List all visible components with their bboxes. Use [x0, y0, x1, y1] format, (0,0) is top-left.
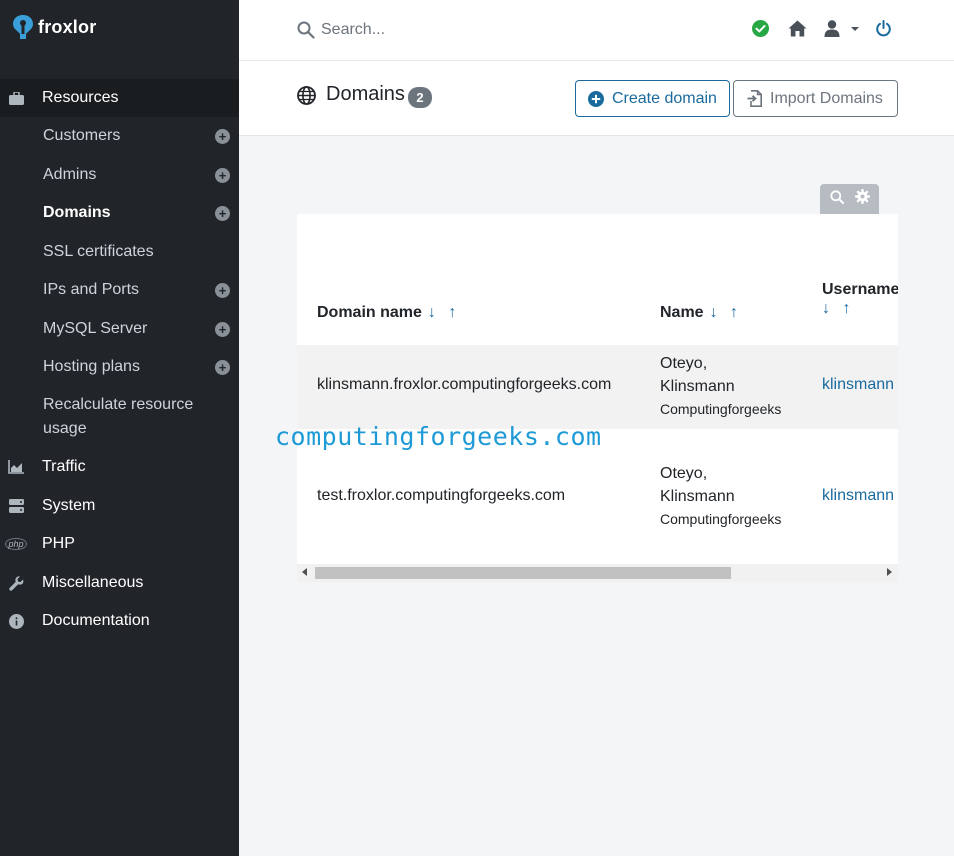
- table-search-icon[interactable]: [829, 189, 844, 209]
- import-domains-label: Import Domains: [770, 89, 883, 107]
- chart-area-icon: [8, 459, 24, 475]
- status-ok-icon[interactable]: [752, 20, 769, 42]
- username-link[interactable]: klinsmann: [822, 487, 894, 505]
- sidebar-section-label: System: [42, 497, 96, 514]
- sidebar-section-label: Resources: [42, 89, 119, 106]
- sidebar-item-hosting-plans[interactable]: Hosting plans +: [0, 355, 239, 381]
- add-customer-icon[interactable]: +: [215, 129, 230, 144]
- sidebar-item-mysql-server[interactable]: MySQL Server +: [0, 317, 239, 343]
- customer-firstname: Klinsmann: [660, 378, 735, 395]
- top-bar: [239, 0, 954, 61]
- sidebar: froxlor Resources Customers + Admins + D…: [0, 0, 239, 856]
- sidebar-item-label: IPs and Ports: [43, 281, 140, 298]
- customer-lastname: Oteyo,: [660, 465, 708, 482]
- customer-firstname: Klinsmann: [660, 488, 735, 505]
- sidebar-section-label: Traffic: [42, 458, 86, 475]
- sidebar-item-ips-and-ports[interactable]: IPs and Ports +: [0, 278, 239, 304]
- sidebar-item-label: SSL certificates: [43, 243, 154, 260]
- brand-name: froxlor: [38, 16, 97, 37]
- customer-name-cell: Oteyo, Klinsmann Computingforgeeks: [660, 352, 781, 421]
- add-mysql-icon[interactable]: +: [215, 322, 230, 337]
- sidebar-item-recalculate[interactable]: Recalculate resource usage: [0, 393, 239, 443]
- sidebar-item-label: MySQL Server: [43, 320, 148, 337]
- add-hosting-plan-icon[interactable]: +: [215, 360, 230, 375]
- sidebar-section-traffic[interactable]: Traffic: [0, 448, 239, 486]
- sort-arrows-icon[interactable]: ↓ ↑: [428, 304, 460, 321]
- column-header-name[interactable]: Name ↓ ↑: [660, 304, 742, 322]
- info-circle-icon: [8, 613, 24, 629]
- sidebar-section-php[interactable]: php PHP: [0, 525, 239, 563]
- user-menu-icon[interactable]: [824, 20, 860, 42]
- sidebar-item-domains[interactable]: Domains +: [0, 201, 239, 227]
- sidebar-section-miscellaneous[interactable]: Miscellaneous: [0, 564, 239, 602]
- domain-name-cell: test.froxlor.computingforgeeks.com: [317, 487, 566, 504]
- search-input[interactable]: [321, 16, 621, 44]
- sidebar-section-documentation[interactable]: Documentation: [0, 602, 239, 640]
- customer-company: Computingforgeeks: [660, 401, 782, 417]
- column-header-label: Name: [660, 304, 704, 321]
- home-icon[interactable]: [788, 20, 807, 42]
- sidebar-section-label: PHP: [42, 535, 75, 552]
- column-header-username[interactable]: Username ↓ ↑: [822, 281, 898, 318]
- username-link[interactable]: klinsmann: [822, 376, 894, 394]
- search-icon: [297, 21, 315, 39]
- table-tools: [820, 184, 879, 214]
- domain-count-badge: 2: [408, 87, 432, 108]
- page-title: Domains: [326, 83, 405, 105]
- php-icon: php: [5, 536, 27, 552]
- plus-circle-icon: [588, 90, 604, 107]
- horizontal-scrollbar[interactable]: [297, 564, 898, 582]
- add-admin-icon[interactable]: +: [215, 168, 230, 183]
- page-header: Domains 2 Create domain Import Domains: [239, 61, 954, 136]
- briefcase-icon: [8, 90, 24, 106]
- sidebar-section-system[interactable]: System: [0, 487, 239, 525]
- create-domain-label: Create domain: [612, 89, 717, 107]
- column-header-domain-name[interactable]: Domain name ↓ ↑: [317, 304, 460, 322]
- sidebar-item-ssl-certificates[interactable]: SSL certificates: [0, 240, 239, 266]
- sidebar-item-label: Admins: [43, 166, 97, 183]
- create-domain-button[interactable]: Create domain: [575, 80, 730, 117]
- sidebar-item-label: Domains: [43, 204, 111, 221]
- brand-logo[interactable]: froxlor: [12, 12, 96, 42]
- table-settings-gear-icon[interactable]: [854, 189, 870, 209]
- sidebar-item-label: Recalculate resource usage: [43, 396, 194, 437]
- sidebar-section-resources[interactable]: Resources: [0, 79, 239, 117]
- watermark: computingforgeeks.com: [275, 422, 602, 451]
- customer-name-cell: Oteyo, Klinsmann Computingforgeeks: [660, 462, 781, 531]
- sort-arrows-icon[interactable]: ↓ ↑: [710, 304, 742, 321]
- add-domain-icon[interactable]: +: [215, 206, 230, 221]
- file-import-icon: [746, 90, 762, 107]
- table-row[interactable]: klinsmann.froxlor.computingforgeeks.com …: [297, 345, 898, 429]
- froxlor-logo-icon: [13, 15, 33, 39]
- php-icon-glyph: php: [5, 538, 27, 550]
- sidebar-section-label: Documentation: [42, 612, 150, 629]
- column-header-label: Username: [822, 281, 898, 298]
- wrench-icon: [8, 575, 24, 591]
- server-icon: [8, 498, 24, 514]
- sidebar-item-label: Hosting plans: [43, 358, 140, 375]
- customer-company: Computingforgeeks: [660, 511, 782, 527]
- customer-lastname: Oteyo,: [660, 355, 708, 372]
- domains-table: Domain name ↓ ↑ Name ↓ ↑ Username ↓ ↑ klin…: [297, 214, 898, 582]
- import-domains-button[interactable]: Import Domains: [733, 80, 898, 117]
- sidebar-item-admins[interactable]: Admins +: [0, 163, 239, 189]
- sidebar-item-customers[interactable]: Customers +: [0, 124, 239, 150]
- scroll-left-icon[interactable]: [302, 568, 307, 576]
- column-header-label: Domain name: [317, 304, 422, 321]
- globe-icon: [297, 86, 316, 105]
- sort-arrows-icon[interactable]: ↓ ↑: [822, 300, 898, 318]
- scrollbar-thumb[interactable]: [315, 567, 731, 579]
- sidebar-item-label: Customers: [43, 127, 121, 144]
- scroll-right-icon[interactable]: [887, 568, 892, 576]
- domain-name-cell: klinsmann.froxlor.computingforgeeks.com: [317, 376, 612, 393]
- add-ip-icon[interactable]: +: [215, 283, 230, 298]
- sidebar-section-label: Miscellaneous: [42, 574, 144, 591]
- power-logout-icon[interactable]: [875, 20, 892, 42]
